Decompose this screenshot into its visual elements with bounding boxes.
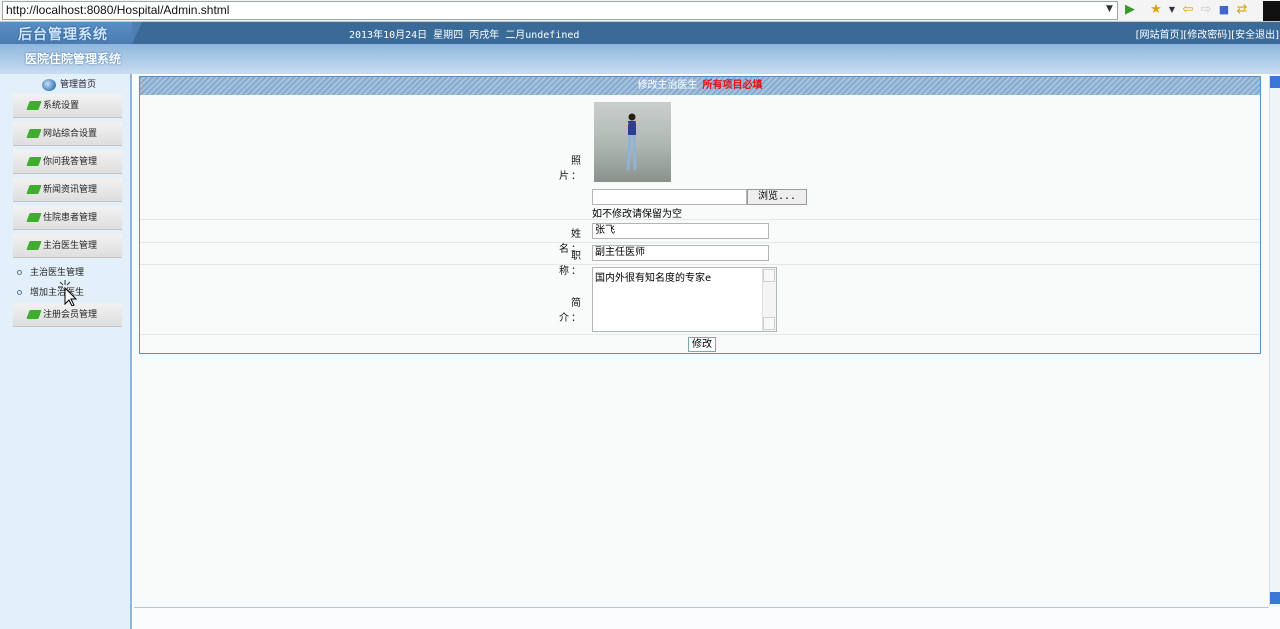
- photo-hint: 如不修改请保留为空: [592, 209, 682, 220]
- stop-icon[interactable]: ■: [1216, 2, 1232, 18]
- arrow-icon: [26, 185, 42, 194]
- form-header: 修改主治医生 所有项目必填: [140, 77, 1260, 95]
- sidebar-item-qa[interactable]: 你问我答管理: [13, 150, 122, 174]
- intro-label: 简 介：: [559, 298, 595, 324]
- row-divider: [140, 264, 1260, 265]
- sidebar-item-news[interactable]: 新闻资讯管理: [13, 178, 122, 202]
- logo-area: 后台管理系统: [0, 22, 142, 44]
- row-divider: [140, 334, 1260, 335]
- person-figure: [625, 113, 639, 171]
- main-content: 修改主治医生 所有项目必填 照 片： 浏览... 如不修改请保留为空 姓 名： 张…: [134, 74, 1269, 607]
- sidebar-item-label: 你问我答管理: [43, 157, 98, 167]
- sidebar-item-system-settings[interactable]: 系统设置: [13, 94, 122, 118]
- arrow-icon: [26, 213, 42, 222]
- bullet-icon: [17, 270, 22, 275]
- sidebar-subitem-label: 主治医生管理: [30, 268, 85, 278]
- sidebar: 管理首页 系统设置 网站综合设置 你问我答管理 新闻资讯管理 住院患者管理 主治…: [0, 74, 132, 629]
- sidebar-item-site-settings[interactable]: 网站综合设置: [13, 122, 122, 146]
- bottom-frame: [134, 608, 1280, 629]
- title-band: 医院住院管理系统: [0, 44, 1280, 74]
- url-field[interactable]: http://localhost:8080/Hospital/Admin.sht…: [2, 1, 1118, 20]
- required-note: 所有项目必填: [702, 80, 763, 91]
- chevron-down-icon[interactable]: ▼: [1106, 4, 1113, 14]
- bullet-icon: [17, 290, 22, 295]
- submit-button[interactable]: 修改: [688, 337, 716, 352]
- textarea-scrollbar[interactable]: [762, 268, 776, 331]
- name-input[interactable]: 张飞: [592, 223, 769, 239]
- photo-file-input[interactable]: [592, 189, 747, 205]
- sidebar-home[interactable]: 管理首页: [42, 77, 96, 91]
- scroll-down-icon[interactable]: [1270, 592, 1280, 604]
- doctor-photo: [594, 102, 671, 182]
- arrow-icon: [26, 241, 42, 250]
- sidebar-subitem-doctor-manage[interactable]: 主治医生管理: [17, 265, 84, 278]
- main-scrollbar[interactable]: [1269, 74, 1280, 607]
- sidebar-item-label: 住院患者管理: [43, 213, 98, 223]
- scroll-up-icon[interactable]: [763, 269, 775, 282]
- arrow-icon: [26, 310, 42, 319]
- sidebar-item-label: 主治医生管理: [43, 241, 98, 251]
- sidebar-item-label: 注册会员管理: [43, 310, 98, 320]
- sidebar-item-members[interactable]: 注册会员管理: [13, 303, 122, 327]
- row-divider: [140, 242, 1260, 243]
- intro-textarea[interactable]: 国内外很有知名度的专家e: [592, 267, 777, 332]
- sidebar-item-label: 网站综合设置: [43, 129, 98, 139]
- admin-logo: 后台管理系统: [18, 27, 108, 43]
- row-divider: [140, 219, 1260, 220]
- scroll-down-icon[interactable]: [763, 317, 775, 330]
- system-title: 医院住院管理系统: [25, 52, 122, 66]
- photo-label: 照 片：: [559, 156, 595, 182]
- sync-icon[interactable]: ⇄: [1234, 2, 1250, 18]
- back-icon[interactable]: ⇦: [1180, 2, 1196, 18]
- home-icon: [42, 78, 56, 91]
- arrow-icon: [26, 101, 42, 110]
- sidebar-item-label: 系统设置: [43, 101, 80, 111]
- browser-address-bar: http://localhost:8080/Hospital/Admin.sht…: [0, 0, 1280, 22]
- sidebar-item-doctors[interactable]: 主治医生管理: [13, 234, 122, 258]
- arrow-icon: [26, 157, 42, 166]
- go-icon[interactable]: ▶: [1122, 2, 1138, 18]
- mouse-cursor-icon: [58, 280, 78, 306]
- sidebar-home-label: 管理首页: [60, 80, 97, 90]
- top-links: [网站首页][修改密码][安全退出]: [1136, 26, 1279, 41]
- panel-toggle-button[interactable]: [1263, 1, 1280, 21]
- favorites-icon[interactable]: ★: [1148, 2, 1164, 18]
- form-title: 修改主治医生: [637, 80, 698, 91]
- change-password-link[interactable]: [修改密码]: [1183, 30, 1231, 41]
- browse-button[interactable]: 浏览...: [747, 189, 807, 205]
- title-label: 职 称：: [559, 251, 595, 277]
- arrow-icon: [26, 129, 42, 138]
- logout-link[interactable]: [安全退出]: [1231, 30, 1279, 41]
- intro-text: 国内外很有知名度的专家e: [595, 273, 712, 284]
- edit-doctor-form: 修改主治医生 所有项目必填 照 片： 浏览... 如不修改请保留为空 姓 名： 张…: [139, 76, 1261, 354]
- title-input[interactable]: 副主任医师: [592, 245, 769, 261]
- chevron-down-icon[interactable]: ▼: [1164, 2, 1180, 18]
- top-header: 后台管理系统 2013年10月24日 星期四 丙戌年 二月undefined […: [0, 22, 1280, 44]
- scroll-up-icon[interactable]: [1270, 76, 1280, 88]
- date-text: 2013年10月24日 星期四 丙戌年 二月undefined: [349, 30, 580, 41]
- forward-icon[interactable]: ⇨: [1198, 2, 1214, 18]
- sidebar-item-patients[interactable]: 住院患者管理: [13, 206, 122, 230]
- site-home-link[interactable]: [网站首页]: [1136, 30, 1184, 41]
- sidebar-item-label: 新闻资讯管理: [43, 185, 98, 195]
